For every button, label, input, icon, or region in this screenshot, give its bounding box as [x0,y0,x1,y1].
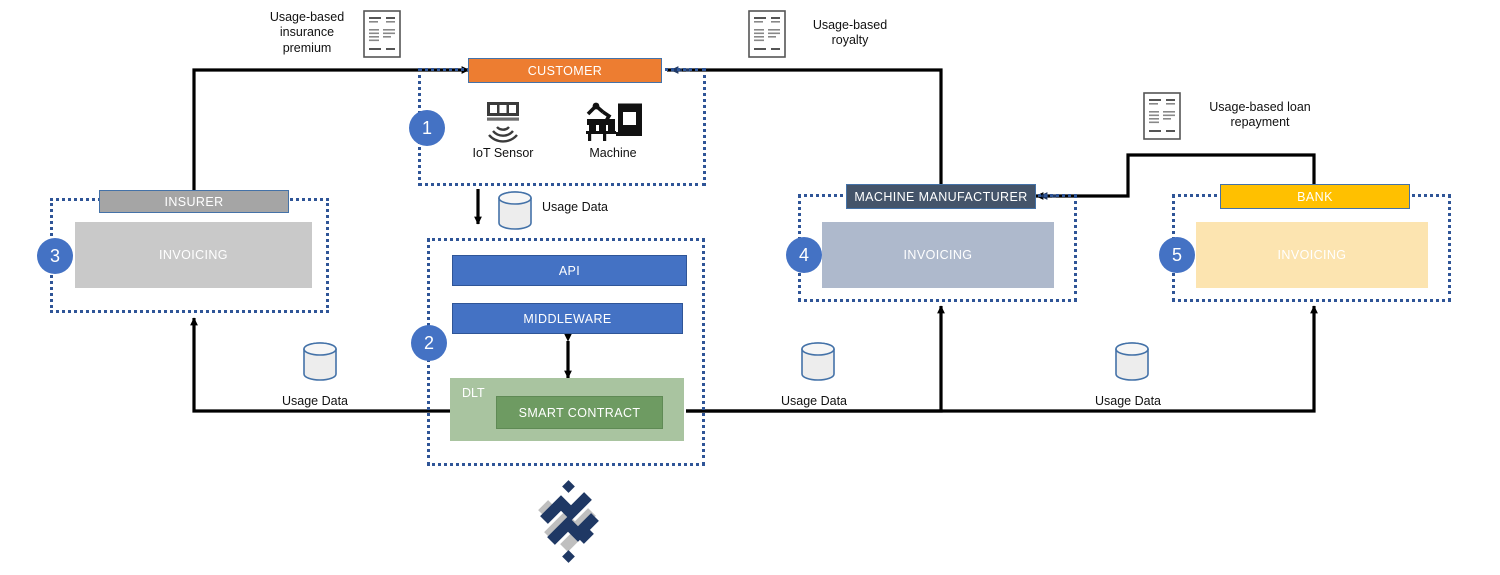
usage-data-label-insurer: Usage Data [282,394,349,408]
document-icon-loan-repayment [1143,92,1181,140]
badge-2: 2 [411,325,447,361]
iot-sensor-label: IoT Sensor [472,146,534,160]
manufacturer-invoicing[interactable]: INVOICING [822,222,1054,288]
bank-header[interactable]: BANK [1220,184,1410,209]
middleware-block[interactable]: MIDDLEWARE [452,303,683,334]
dlt-label: DLT [462,386,485,400]
badge-5: 5 [1159,237,1195,273]
diagram-canvas: CUSTOMER 1 IoT Sensor Machine Usage Data… [0,0,1500,575]
usage-data-label-customer: Usage Data [542,200,609,214]
badge-3: 3 [37,238,73,274]
usage-data-label-manufacturer: Usage Data [781,394,848,408]
wire-manufacturer-to-customer [667,68,943,185]
document-icon-royalty [748,10,786,58]
usage-data-icon-manufacturer [801,342,835,381]
smart-contract-block[interactable]: SMART CONTRACT [496,396,663,429]
iot-sensor-icon [487,102,519,143]
usage-data-icon-customer [498,191,532,230]
api-block[interactable]: API [452,255,687,286]
manufacturer-header[interactable]: MACHINE MANUFACTURER [846,184,1036,209]
machine-icon [586,102,642,141]
customer-scope-box [418,68,706,186]
royalty-caption: Usage-based royalty [812,18,888,48]
customer-header[interactable]: CUSTOMER [468,58,662,83]
insurer-invoicing[interactable]: INVOICING [75,222,312,288]
bank-invoicing[interactable]: INVOICING [1196,222,1428,288]
machine-label: Machine [589,146,637,160]
organization-logo [538,480,599,563]
usage-data-label-bank: Usage Data [1095,394,1162,408]
insurer-header[interactable]: INSURER [99,190,289,213]
iot-sensor: IoT Sensor [463,100,543,160]
document-icon-insurance-premium [363,10,401,58]
insurance-premium-caption: Usage-based insurance premium [269,10,345,55]
badge-1: 1 [409,110,445,146]
usage-data-icon-insurer [303,342,337,381]
usage-data-icon-bank [1115,342,1149,381]
machine: Machine [573,100,653,160]
loan-repayment-caption: Usage-based loan repayment [1209,100,1311,130]
badge-4: 4 [786,237,822,273]
